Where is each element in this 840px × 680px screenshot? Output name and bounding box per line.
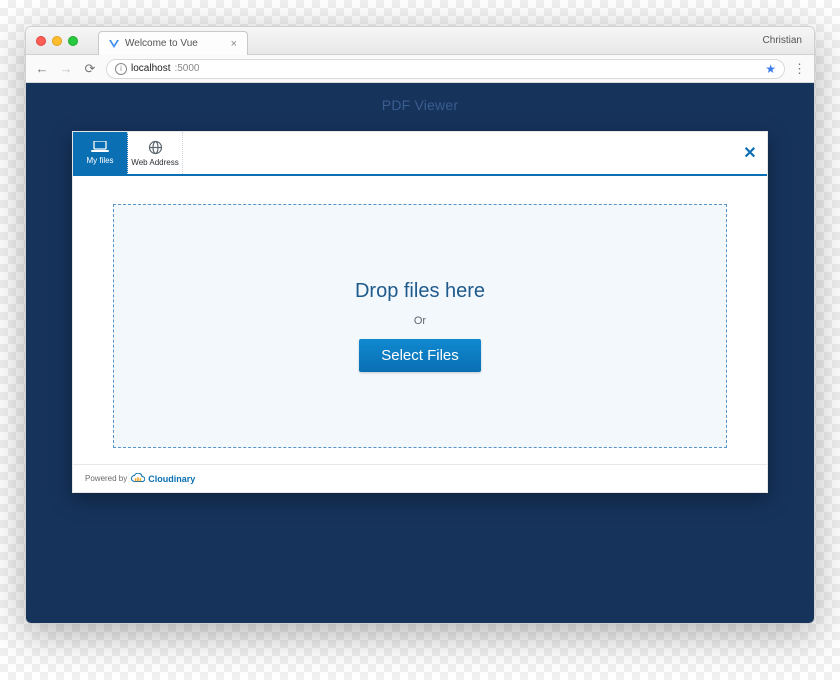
file-dropzone[interactable]: Drop files here Or Select Files (113, 204, 727, 448)
tab-title: Welcome to Vue (125, 38, 198, 49)
window-close-button[interactable] (36, 36, 46, 46)
laptop-icon (91, 141, 109, 153)
bookmark-star-icon[interactable]: ★ (765, 62, 776, 76)
traffic-lights (26, 36, 78, 46)
nav-forward-icon[interactable]: → (58, 61, 74, 76)
url-input[interactable]: i localhost :5000 ★ (106, 59, 785, 79)
url-host: localhost (131, 63, 170, 74)
close-icon: ✕ (743, 143, 756, 163)
site-info-icon[interactable]: i (115, 63, 127, 75)
browser-menu-icon[interactable]: ⋮ (793, 61, 806, 77)
tab-web-address[interactable]: Web Address (128, 132, 183, 174)
url-port: :5000 (174, 63, 199, 74)
cloud-icon (131, 473, 145, 484)
address-bar: ← → ⟳ i localhost :5000 ★ ⋮ (26, 55, 814, 83)
select-files-button[interactable]: Select Files (359, 339, 481, 372)
widget-tab-bar: My files Web Address ✕ (73, 132, 767, 176)
cloudinary-brand[interactable]: Cloudinary (131, 473, 195, 484)
tab-web-address-label: Web Address (131, 158, 178, 167)
powered-by-text: Powered by (85, 474, 127, 483)
tab-my-files-label: My files (86, 156, 113, 165)
browser-tab[interactable]: Welcome to Vue × (98, 31, 248, 55)
browser-window: Welcome to Vue × Christian ← → ⟳ i local… (25, 26, 815, 624)
tab-my-files[interactable]: My files (73, 132, 128, 174)
globe-icon (148, 140, 163, 155)
widget-close-button[interactable]: ✕ (733, 132, 767, 174)
tab-strip: Welcome to Vue × (98, 27, 248, 54)
upload-widget: My files Web Address ✕ Drop files here O… (72, 131, 768, 493)
widget-footer: Powered by Cloudinary (73, 464, 767, 492)
nav-reload-icon[interactable]: ⟳ (82, 61, 98, 77)
vue-favicon (109, 39, 119, 49)
page-viewport: PDF Viewer My files Web Address ✕ (26, 83, 814, 623)
dropzone-or-text: Or (414, 315, 426, 327)
browser-profile-name[interactable]: Christian (763, 35, 814, 46)
page-title: PDF Viewer (382, 83, 458, 131)
widget-body: Drop files here Or Select Files (73, 176, 767, 464)
nav-back-icon[interactable]: ← (34, 61, 50, 76)
window-titlebar: Welcome to Vue × Christian (26, 27, 814, 55)
window-minimize-button[interactable] (52, 36, 62, 46)
window-maximize-button[interactable] (68, 36, 78, 46)
tab-close-icon[interactable]: × (231, 38, 237, 50)
dropzone-title: Drop files here (355, 280, 485, 303)
cloudinary-brand-text: Cloudinary (148, 474, 195, 484)
